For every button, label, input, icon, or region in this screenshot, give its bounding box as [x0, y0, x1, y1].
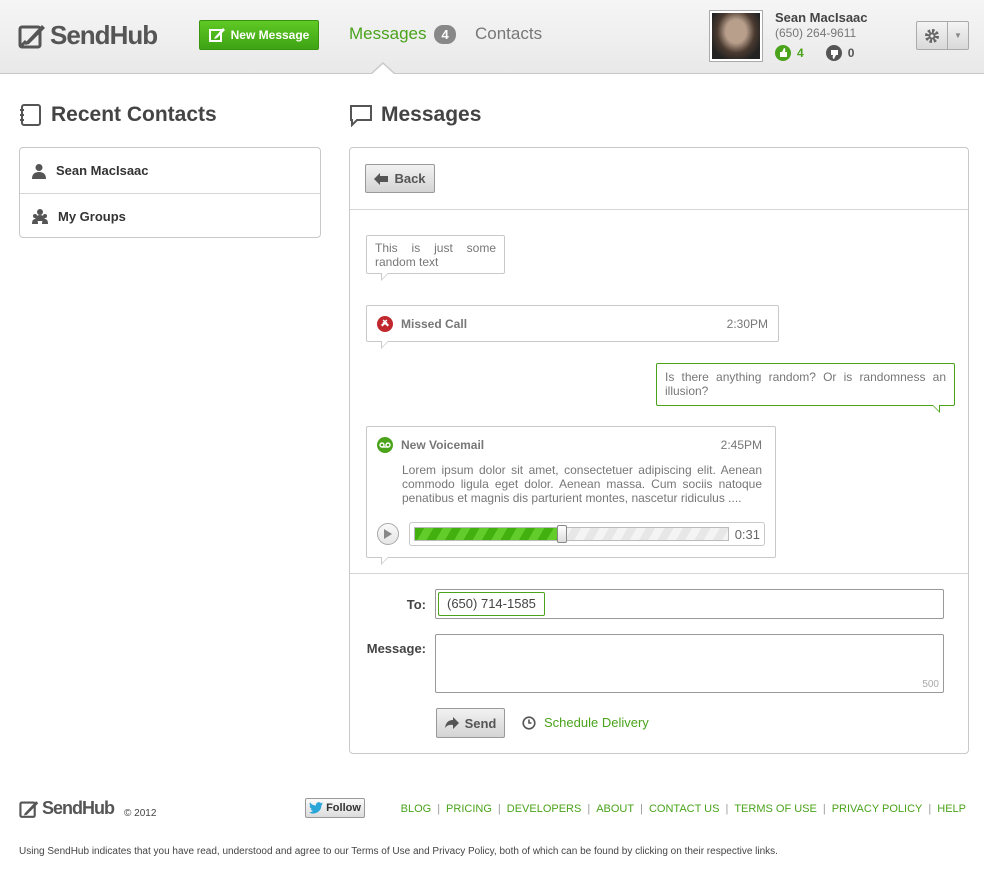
schedule-delivery-label: Schedule Delivery — [544, 715, 649, 730]
playback-progress-bar[interactable] — [414, 525, 729, 543]
new-message-button[interactable]: New Message — [199, 20, 319, 50]
person-icon — [32, 163, 46, 179]
missed-call-label: Missed Call — [401, 316, 468, 331]
footer-brand-name: SendHub — [42, 798, 115, 818]
footer-link-contact[interactable]: CONTACT US — [649, 803, 720, 815]
settings-dropdown-button[interactable]: ▼ — [916, 21, 969, 50]
contact-item-label: My Groups — [58, 208, 126, 224]
footer-link-blog[interactable]: BLOG — [401, 803, 432, 815]
voicemail-duration: 0:31 — [734, 526, 760, 542]
likes-stat: 4 — [775, 45, 804, 61]
nav-messages-label: Messages — [349, 24, 427, 43]
outgoing-message-bubble: Is there anything random? Or is randomne… — [656, 363, 955, 413]
brand-name: SendHub — [50, 20, 158, 50]
play-button[interactable] — [377, 523, 399, 545]
voicemail-time: 2:45PM — [720, 438, 762, 452]
message-thread-panel: Back This is just some random text Misse… — [349, 147, 969, 754]
new-message-label: New Message — [230, 28, 310, 42]
follow-label: Follow — [326, 802, 361, 814]
copyright: © 2012 — [124, 808, 157, 819]
compose-form: To: (650) 714-1585 Message: 500 Send Sch… — [350, 573, 968, 753]
messages-heading: Messages — [349, 103, 481, 127]
play-icon — [384, 529, 392, 539]
message-text: This is just some random text — [375, 241, 496, 269]
back-arrow-icon — [374, 172, 389, 185]
recent-contacts-title: Recent Contacts — [51, 103, 217, 126]
gear-icon — [925, 28, 939, 43]
send-button[interactable]: Send — [436, 708, 505, 738]
dislikes-stat: 0 — [825, 45, 855, 61]
message-label: Message: — [366, 641, 426, 656]
send-arrow-icon — [444, 717, 459, 729]
clock-icon — [522, 715, 536, 730]
group-icon — [32, 209, 48, 224]
playback-progress-fill — [415, 528, 562, 540]
message-textarea[interactable]: 500 — [435, 634, 944, 693]
thumbs-up-icon — [775, 45, 791, 61]
missed-call-icon — [377, 315, 393, 332]
incoming-message-bubble: This is just some random text — [366, 235, 505, 281]
twitter-follow-button[interactable]: Follow — [305, 798, 365, 818]
back-label: Back — [394, 171, 426, 186]
voicemail-transcript: Lorem ipsum dolor sit amet, consectetuer… — [402, 463, 762, 505]
footer-link-pricing[interactable]: PRICING — [446, 803, 492, 815]
footer-links: BLOG | PRICING | DEVELOPERS | ABOUT | CONTAC… — [400, 803, 966, 815]
recent-contacts-list: Sean MacIsaac My Groups — [19, 147, 321, 238]
twitter-bird-icon — [309, 802, 324, 814]
address-book-icon — [20, 104, 41, 126]
nav-contacts[interactable]: Contacts — [475, 24, 542, 44]
contact-item-groups[interactable]: My Groups — [20, 193, 320, 238]
compose-icon — [208, 28, 225, 42]
contact-item-label: Sean MacIsaac — [56, 163, 149, 178]
voicemail-bubble: New Voicemail 2:45PM Lorem ipsum dolor s… — [366, 426, 776, 565]
send-label: Send — [464, 715, 497, 731]
missed-call-bubble: Missed Call 2:30PM — [366, 305, 779, 349]
pencil-note-icon — [19, 800, 39, 818]
speech-bubble-icon — [350, 105, 372, 127]
contact-item-sean[interactable]: Sean MacIsaac — [20, 148, 320, 193]
missed-call-time: 2:30PM — [726, 316, 768, 331]
chevron-down-icon: ▼ — [954, 31, 962, 40]
avatar[interactable] — [709, 10, 763, 62]
messages-count-badge: 4 — [434, 24, 456, 44]
footer-link-developers[interactable]: DEVELOPERS — [507, 803, 582, 815]
footer-link-about[interactable]: ABOUT — [596, 803, 634, 815]
back-button[interactable]: Back — [365, 164, 435, 193]
user-phone: (650) 264-9611 — [775, 26, 857, 40]
to-label: To: — [406, 597, 426, 612]
dislikes-count: 0 — [847, 46, 855, 60]
voicemail-label: New Voicemail — [401, 438, 485, 452]
footer-logo[interactable]: SendHub — [19, 798, 115, 819]
likes-count: 4 — [797, 46, 804, 60]
character-counter: 500 — [922, 679, 939, 690]
legal-notice: Using SendHub indicates that you have re… — [19, 846, 778, 857]
to-field[interactable]: (650) 714-1585 — [435, 589, 944, 619]
recent-contacts-heading: Recent Contacts — [19, 103, 217, 127]
message-text: Is there anything random? Or is randomne… — [665, 370, 946, 398]
sendhub-logo[interactable]: SendHub — [18, 20, 158, 51]
voicemail-player: 0:31 — [377, 521, 765, 547]
thumbs-down-icon — [825, 45, 842, 61]
recipient-chip[interactable]: (650) 714-1585 — [438, 592, 545, 616]
footer-link-privacy[interactable]: PRIVACY POLICY — [832, 803, 923, 815]
nav-messages[interactable]: Messages 4 — [349, 24, 456, 44]
messages-title: Messages — [381, 103, 482, 126]
schedule-delivery-link[interactable]: Schedule Delivery — [522, 715, 649, 730]
voicemail-icon — [377, 437, 393, 453]
pencil-note-icon — [18, 24, 45, 48]
footer-link-terms[interactable]: TERMS OF USE — [734, 803, 817, 815]
user-name: Sean MacIsaac — [775, 10, 868, 25]
playback-scrubber[interactable] — [556, 525, 567, 543]
top-header: SendHub New Message Messages 4 Contacts … — [0, 0, 984, 74]
user-stats: 4 0 — [775, 45, 854, 61]
footer-link-help[interactable]: HELP — [937, 803, 966, 815]
